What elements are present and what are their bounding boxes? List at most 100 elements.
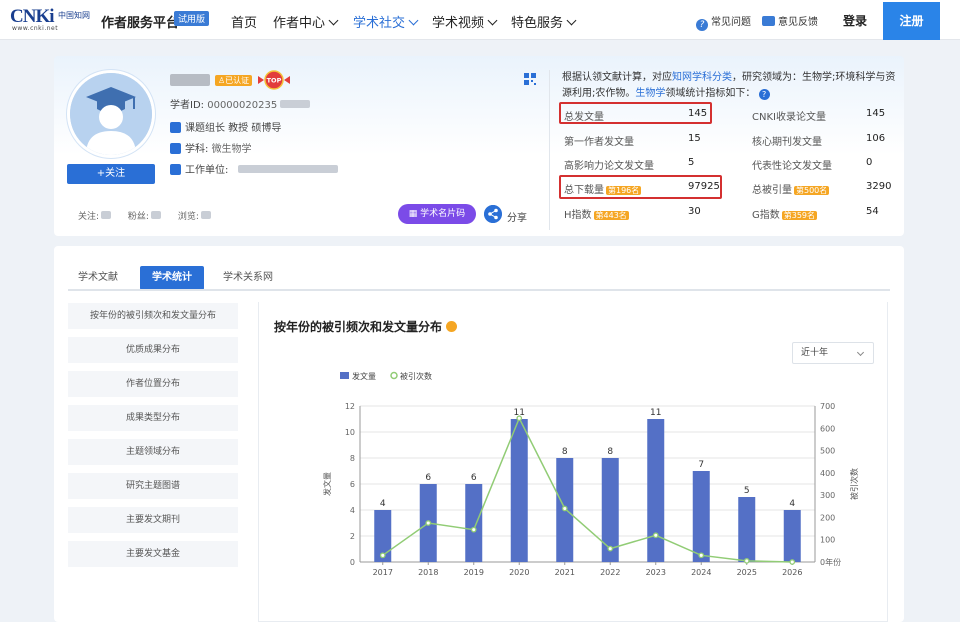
metric-label: CNKI收录论文量 xyxy=(752,112,826,123)
login-button[interactable]: 登录 xyxy=(843,12,867,29)
bar-publications xyxy=(465,484,483,562)
side-menu-item[interactable]: 主要发文基金 xyxy=(68,541,238,567)
logo-url: www.cnki.net xyxy=(12,25,59,32)
bar-publications xyxy=(738,497,756,562)
subject-row: 学科: 微生物学 xyxy=(170,140,252,155)
x-tick-label: 2020 xyxy=(509,568,529,576)
subject-classification-link[interactable]: 知网学科分类 xyxy=(672,72,732,83)
x-tick-label: 2026 xyxy=(782,568,802,576)
fans-redacted xyxy=(150,211,161,219)
side-menu-item[interactable]: 主要发文期刊 xyxy=(68,507,238,533)
metric-label: 第一作者发文量 xyxy=(564,137,634,148)
feedback-link[interactable]: 意见反馈 xyxy=(762,13,818,28)
follows-redacted xyxy=(101,211,112,219)
side-menu-item[interactable]: 成果类型分布 xyxy=(68,405,238,431)
legend-swatch-bar xyxy=(340,372,349,379)
nav-special-services[interactable]: 特色服务 xyxy=(511,12,577,31)
metric-label: H指数 第443名 xyxy=(564,206,629,221)
follow-button[interactable]: +关注 xyxy=(67,164,155,184)
trial-badge: 试用版 xyxy=(174,11,210,26)
avatar xyxy=(67,70,155,158)
line-point-citations xyxy=(743,558,750,564)
side-menu-item[interactable]: 优质成果分布 xyxy=(68,337,238,363)
bar-data-label: 5 xyxy=(744,486,750,496)
help-icon[interactable]: ? xyxy=(758,89,770,100)
faq-link[interactable]: ? 常见问题 xyxy=(696,13,751,31)
svg-text:TOP: TOP xyxy=(267,77,282,85)
building-icon xyxy=(170,164,181,175)
subject-value[interactable]: 微生物学 xyxy=(212,144,252,155)
metric-label: 总被引量 第500名 xyxy=(752,181,830,196)
register-button[interactable]: 注册 xyxy=(883,2,940,40)
nav-home[interactable]: 首页 xyxy=(231,12,257,31)
year-range-select[interactable]: 近十年 xyxy=(792,342,874,364)
y2-tick-label: 300 xyxy=(820,491,835,500)
bar-data-label: 4 xyxy=(380,499,386,509)
side-menu-item[interactable]: 按年份的被引频次和发文量分布 xyxy=(68,303,238,329)
rank-badge: 第443名 xyxy=(593,211,629,220)
unit-label: 工作单位: xyxy=(185,165,229,176)
group-icon xyxy=(170,122,181,133)
chart-title-text: 按年份的被引频次和发文量分布 xyxy=(274,320,443,334)
line-point-citations xyxy=(698,552,705,559)
author-name-redacted xyxy=(170,74,210,86)
year-range-value: 近十年 xyxy=(801,348,829,358)
metric-label: G指数 第359名 xyxy=(752,206,818,221)
y2-tick-label: 600 xyxy=(820,424,835,433)
y2-tick-label: 100 xyxy=(820,536,835,545)
metric-value: 0 xyxy=(866,157,873,168)
intro-subject-link[interactable]: 生物学 xyxy=(635,88,665,99)
nav-author-center[interactable]: 作者中心 xyxy=(273,12,339,31)
tab-relations[interactable]: 学术关系网 xyxy=(223,266,273,290)
line-point-citations xyxy=(470,526,477,533)
bookmark-icon xyxy=(170,143,181,154)
metric-label: 代表性论文发文量 xyxy=(752,161,832,172)
bar-data-label: 8 xyxy=(562,447,568,457)
info-icon[interactable] xyxy=(446,321,458,332)
unit-value-redacted xyxy=(237,165,338,173)
x-tick-label: 2025 xyxy=(737,568,757,576)
scholar-id-value: 00000020235 xyxy=(207,100,278,111)
line-point-citations xyxy=(425,520,432,526)
fans-label: 粉丝: xyxy=(127,212,149,222)
y-tick-label: 10 xyxy=(345,428,355,437)
rank-badge: 第359名 xyxy=(781,211,818,220)
bar-data-label: 8 xyxy=(607,447,613,457)
top-navigation-bar: CNKi 中国知网 www.cnki.net 作者服务平台 试用版 首页 作者中… xyxy=(0,0,960,40)
cnki-logo[interactable]: CNKi 中国知网 www.cnki.net xyxy=(10,6,96,33)
redacted-id-suffix xyxy=(280,100,311,108)
tab-literature[interactable]: 学术文献 xyxy=(78,266,118,290)
rank-badge: 第500名 xyxy=(794,186,830,195)
nav-academic-video[interactable]: 学术视频 xyxy=(432,12,498,31)
line-point-citations xyxy=(607,545,614,552)
unit-row: 工作单位: xyxy=(170,161,338,176)
intro-text-1: 根据认领文献计算，对应 xyxy=(562,72,672,83)
x-tick-label: 2018 xyxy=(418,568,438,576)
profile-card: +关注 ♙已认证 TOP 学者ID: 00000020235 课题组长 教授 硕… xyxy=(54,56,904,236)
nav-academic-social[interactable]: 学术社交 xyxy=(353,12,419,31)
share-icon[interactable] xyxy=(484,205,502,223)
x-tick-label: 2017 xyxy=(373,568,393,576)
logo-chinese-text: 中国知网 xyxy=(58,11,90,20)
side-menu-item[interactable]: 研究主题图谱 xyxy=(68,473,238,499)
nav-special-services-label: 特色服务 xyxy=(511,16,564,31)
bar-data-label: 7 xyxy=(698,460,704,470)
academic-card-button[interactable]: ▦ 学术名片码 xyxy=(398,204,476,224)
share-label[interactable]: 分享 xyxy=(507,209,527,224)
metric-value: 106 xyxy=(866,133,886,144)
tab-statistics[interactable]: 学术统计 xyxy=(140,266,204,290)
bar-publications xyxy=(647,419,665,562)
chevron-down-icon xyxy=(328,15,339,26)
highlight-box-downloads xyxy=(559,175,722,199)
scholar-id-label: 学者ID: xyxy=(170,100,205,111)
bar-data-label: 6 xyxy=(425,473,431,483)
side-menu-item[interactable]: 作者位置分布 xyxy=(68,371,238,397)
y2-tick-label: 0年份 xyxy=(820,557,841,567)
tab-underline xyxy=(68,289,890,291)
bar-data-label: 6 xyxy=(471,473,477,483)
y2-tick-label: 400 xyxy=(820,469,835,478)
qr-code-icon[interactable] xyxy=(524,73,536,85)
nav-author-center-label: 作者中心 xyxy=(273,16,326,31)
x-tick-label: 2021 xyxy=(555,568,575,576)
side-menu-item[interactable]: 主题领域分布 xyxy=(68,439,238,465)
